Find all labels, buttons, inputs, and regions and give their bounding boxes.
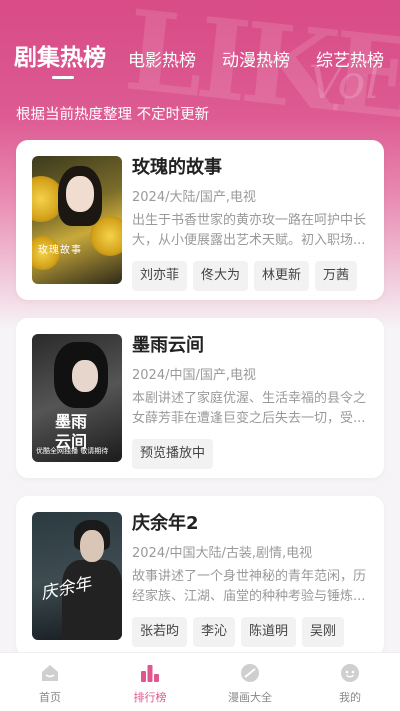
show-title[interactable]: 玫瑰的故事: [132, 156, 368, 180]
show-description: 本剧讲述了家庭优渥、生活幸福的县令之女薛芳菲在遭逢巨变之后失去一切，受...: [132, 391, 367, 426]
ranking-subtitle: 根据当前热度整理 不定时更新: [16, 107, 210, 123]
cast-tags: 预览播放中: [132, 439, 368, 469]
show-meta: 2024/中国大陆/古装,剧情,电视: [132, 546, 313, 561]
preview-tag[interactable]: 预览播放中: [132, 439, 214, 469]
show-meta: 2024/中国/国产,电视: [132, 368, 256, 383]
poster-footnote: 优酷全网独播 敬请期待: [36, 447, 109, 455]
profile-icon: [340, 663, 360, 687]
category-tabs: 剧集热榜 电影热榜 动漫热榜 综艺热榜: [0, 38, 400, 88]
tab-variety-ranking[interactable]: 综艺热榜: [316, 46, 384, 71]
nav-home[interactable]: 首页: [0, 653, 100, 711]
show-title[interactable]: 墨雨云间: [132, 334, 368, 358]
tab-movie-ranking[interactable]: 电影热榜: [128, 46, 196, 71]
nav-label: 排行榜: [133, 691, 167, 704]
cast-tags: 刘亦菲 佟大为 林更新 万茜: [132, 261, 368, 291]
cast-tag[interactable]: 林更新: [254, 261, 310, 291]
comic-icon: [240, 663, 260, 687]
home-icon: [40, 663, 60, 687]
poster-image[interactable]: 玫瑰故事: [32, 156, 122, 284]
nav-label: 首页: [39, 691, 61, 704]
tab-series-ranking[interactable]: 剧集热榜: [14, 38, 106, 72]
cast-tag[interactable]: 刘亦菲: [132, 261, 188, 291]
show-description: 出生于书香世家的黄亦玫一路在呵护中长大，从小便展露出艺术天赋。初入职场...: [132, 213, 367, 248]
ranking-card[interactable]: 墨雨云间 优酷全网独播 敬请期待 墨雨云间 2024/中国/国产,电视 本剧讲述…: [16, 318, 384, 478]
nav-label: 漫画大全: [228, 691, 272, 704]
show-description: 故事讲述了一个身世神秘的青年范闲，历经家族、江湖、庙堂的种种考验与锤炼...: [132, 569, 367, 604]
poster-image[interactable]: 墨雨云间 优酷全网独播 敬请期待: [32, 334, 122, 462]
nav-profile[interactable]: 我的: [300, 653, 400, 711]
cast-tags: 张若昀 李沁 陈道明 吴刚: [132, 617, 368, 647]
cast-tag[interactable]: 佟大为: [193, 261, 249, 291]
show-meta: 2024/大陆/国产,电视: [132, 190, 256, 205]
poster-title: 玫瑰故事: [38, 245, 82, 256]
tab-anime-ranking[interactable]: 动漫热榜: [222, 46, 290, 71]
ranking-card[interactable]: 玫瑰故事 玫瑰的故事 2024/大陆/国产,电视 出生于书香世家的黄亦玫一路在呵…: [16, 140, 384, 300]
nav-comics[interactable]: 漫画大全: [200, 653, 300, 711]
poster-image[interactable]: 庆余年: [32, 512, 122, 640]
bottom-navigation: 首页 排行榜 漫画大全 我的: [0, 652, 400, 711]
cast-tag[interactable]: 吴刚: [302, 617, 345, 647]
show-title[interactable]: 庆余年2: [132, 512, 368, 536]
nav-ranking[interactable]: 排行榜: [100, 653, 200, 711]
active-tab-indicator: [52, 76, 74, 79]
cast-tag[interactable]: 张若昀: [132, 617, 188, 647]
ranking-card[interactable]: 庆余年 庆余年2 2024/中国大陆/古装,剧情,电视 故事讲述了一个身世神秘的…: [16, 496, 384, 656]
nav-label: 我的: [339, 691, 361, 704]
cast-tag[interactable]: 陈道明: [241, 617, 297, 647]
ranking-icon: [140, 663, 160, 687]
cast-tag[interactable]: 李沁: [193, 617, 236, 647]
cast-tag[interactable]: 万茜: [315, 261, 358, 291]
